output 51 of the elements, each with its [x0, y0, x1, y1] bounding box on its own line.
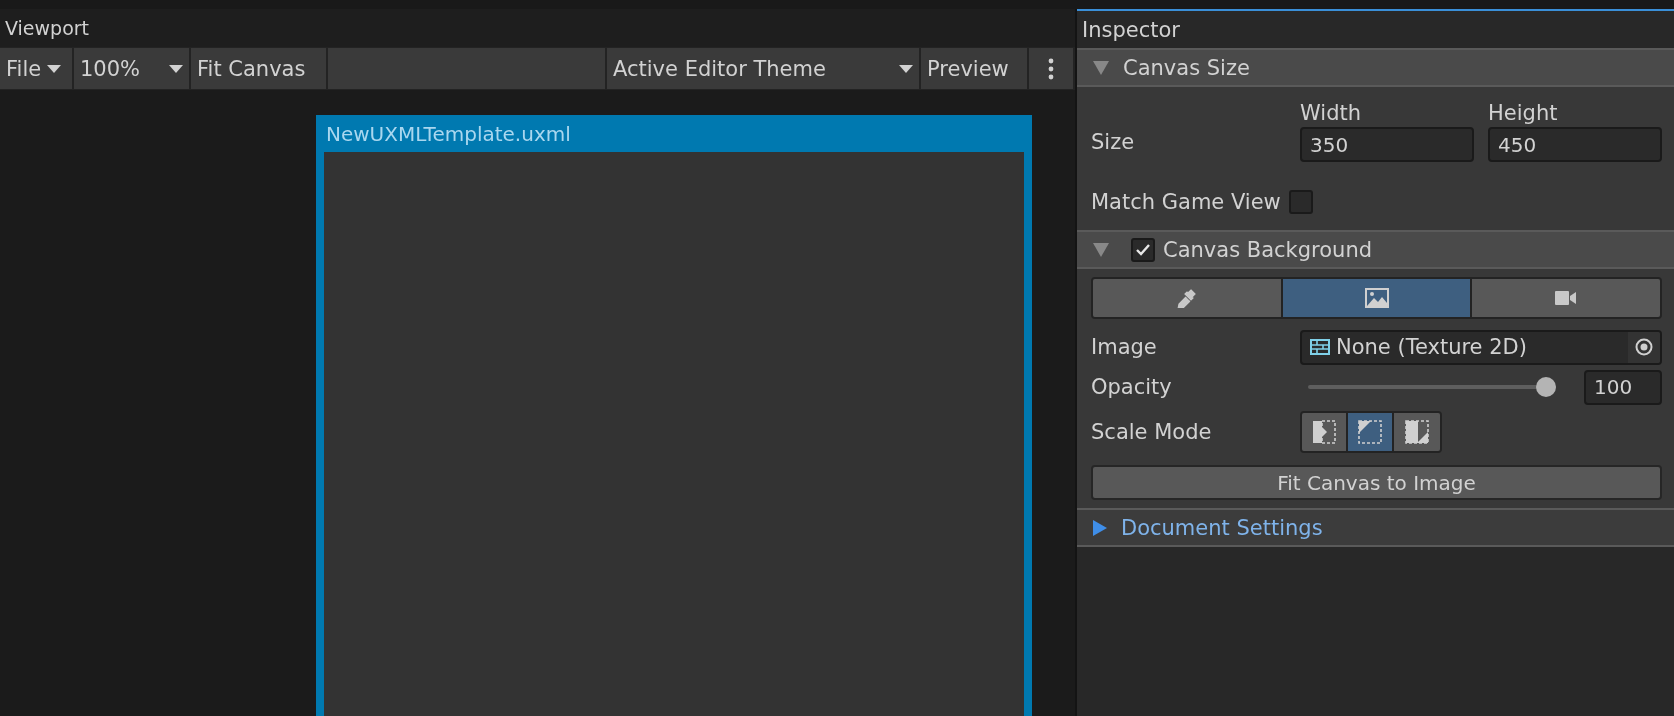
- scale-mode-button[interactable]: [1394, 413, 1440, 451]
- fill-mode-icon: [1404, 419, 1430, 445]
- document-title: NewUXMLTemplate.uxml: [325, 120, 572, 148]
- number-field[interactable]: 350: [1300, 127, 1474, 162]
- field-label: Width: [1300, 101, 1362, 125]
- vertical-dots-icon: [1048, 57, 1054, 80]
- fit-canvas-button[interactable]: Fit Canvas to Image: [1091, 465, 1662, 500]
- texture-icon: [1310, 339, 1330, 355]
- panel-title: Inspector: [1082, 17, 1180, 42]
- toolbar-button[interactable]: Fit Canvas: [191, 48, 328, 89]
- foldout-arrow-icon: [1093, 242, 1109, 257]
- field-label: Match Game View: [1091, 190, 1281, 214]
- foldout-header[interactable]: Canvas Background: [1077, 230, 1674, 269]
- number-field[interactable]: 450: [1488, 127, 1662, 162]
- slider-thumb[interactable]: [1536, 377, 1556, 397]
- field-label: Size: [1091, 130, 1136, 156]
- caret-icon: [47, 64, 62, 73]
- picture-icon: [1364, 288, 1389, 308]
- section-title: Canvas Background: [1163, 237, 1373, 262]
- slider-track[interactable]: [1308, 377, 1556, 397]
- field-label: Scale Mode: [1091, 420, 1213, 444]
- object-field[interactable]: None (Texture 2D): [1300, 329, 1662, 365]
- zoom-dropdown[interactable]: 100%: [74, 48, 191, 89]
- toolbar-button[interactable]: Preview: [921, 48, 1029, 89]
- video-camera-icon: [1554, 288, 1579, 308]
- object-value: None (Texture 2D): [1336, 335, 1528, 359]
- theme-dropdown[interactable]: Active Editor Theme: [607, 48, 921, 89]
- more-menu-button[interactable]: [1029, 48, 1075, 89]
- stretch-mode-icon: [1311, 419, 1337, 445]
- field-label: Opacity: [1091, 375, 1173, 399]
- section-title: Document Settings: [1121, 515, 1323, 540]
- file-menu[interactable]: File: [0, 48, 74, 89]
- checkbox[interactable]: [1131, 237, 1155, 262]
- checkbox[interactable]: [1288, 190, 1313, 214]
- scale-mode-button[interactable]: [1348, 413, 1394, 451]
- foldout-arrow-icon: [1093, 519, 1107, 536]
- number-field[interactable]: 100: [1584, 369, 1662, 405]
- target-icon: [1635, 338, 1653, 356]
- scale-mode-button[interactable]: [1302, 413, 1348, 451]
- object-picker-button[interactable]: [1628, 331, 1660, 363]
- section-title: Canvas Size: [1123, 55, 1250, 80]
- foldout-arrow-icon: [1093, 60, 1109, 75]
- caret-icon: [169, 64, 183, 73]
- foldout-header[interactable]: Canvas Size: [1077, 48, 1674, 87]
- checkmark-icon: [1135, 242, 1151, 257]
- panel-title: Viewport: [5, 17, 90, 39]
- fit-mode-icon: [1357, 419, 1383, 445]
- caret-icon: [899, 64, 913, 73]
- foldout-header[interactable]: Document Settings: [1077, 508, 1674, 547]
- field-label: Height: [1488, 101, 1559, 125]
- field-label: Image: [1091, 335, 1158, 359]
